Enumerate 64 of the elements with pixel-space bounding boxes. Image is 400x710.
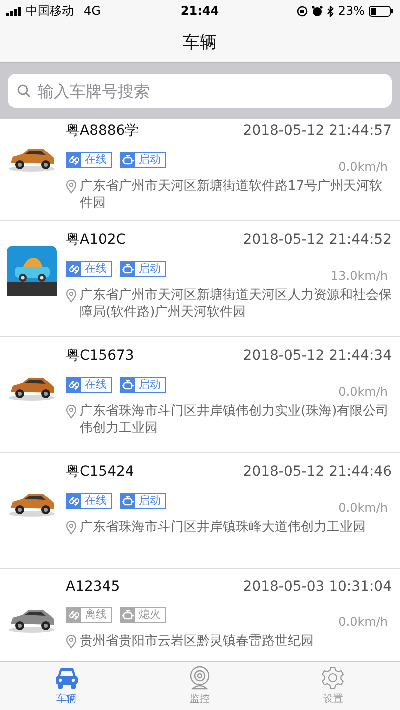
update-time: 2018-05-03 10:31:04 — [243, 579, 392, 595]
speed-reading: 0.0km/h — [338, 615, 388, 629]
address-text: 广东省珠海市斗门区井岸镇伟创力实业(珠海)有限公司伟创力工业园 — [80, 403, 390, 437]
update-time: 2018-05-12 21:44:57 — [243, 123, 392, 139]
battery-icon — [369, 6, 394, 16]
bluetooth-icon — [327, 6, 334, 16]
status-tag: 启动 — [120, 152, 166, 168]
status-tag: 在线 — [66, 152, 112, 168]
status-tag: 熄火 — [120, 607, 166, 623]
link-icon — [68, 610, 80, 620]
location-pin-icon — [66, 405, 77, 419]
speed-reading: 0.0km/h — [338, 501, 388, 515]
engine-icon — [122, 610, 134, 620]
speed-reading: 0.0km/h — [338, 385, 388, 399]
webcam-icon — [188, 666, 211, 690]
carrier-name: 中国移动 — [26, 2, 74, 20]
vehicle-item[interactable]: 粤C15424 2018-05-12 21:44:46 在线 启动 0.0km/h 广东省珠海市斗门区井岸镇珠峰大道伟创力工业园 — [0, 453, 400, 569]
link-icon — [68, 264, 80, 274]
signal-icon — [6, 6, 22, 16]
address-text: 广东省广州市天河区新塘街道天河区人力资源和社会保障局(软件路)广州天河软件园 — [80, 287, 392, 321]
clock: 21:44 — [180, 4, 220, 18]
location-pin-icon — [66, 289, 77, 303]
vehicle-item[interactable]: 粤C15673 2018-05-12 21:44:34 在线 启动 0.0km/h 广东省珠海市斗门区井岸镇伟创力实业(珠海)有限公司伟创力工业园 — [0, 337, 400, 453]
status-tag: 在线 — [66, 493, 112, 509]
update-time: 2018-05-12 21:44:46 — [243, 464, 392, 480]
plate-number: A12345 — [66, 579, 120, 595]
address-text: 广东省广州市天河区新塘街道软件路17号广州天河软件园 — [80, 178, 384, 212]
speed-reading: 0.0km/h — [338, 160, 388, 174]
status-tag: 启动 — [120, 261, 166, 277]
page-title: 车辆 — [183, 32, 217, 54]
engine-icon — [122, 380, 134, 390]
update-time: 2018-05-12 21:44:34 — [243, 348, 392, 364]
settings-icon — [321, 666, 346, 690]
status-tag: 启动 — [120, 377, 166, 393]
update-time: 2018-05-12 21:44:52 — [243, 232, 392, 248]
engine-icon — [122, 496, 134, 506]
plate-number: 粤A8886学 — [66, 122, 140, 140]
location-pin-icon — [66, 521, 77, 535]
status-tag: 在线 — [66, 377, 112, 393]
network-type: 4G — [84, 4, 101, 18]
link-icon — [68, 154, 80, 166]
address-text: 广东省珠海市斗门区井岸镇珠峰大道伟创力工业园 — [80, 519, 366, 536]
battery-percent: 23% — [338, 4, 365, 18]
speed-reading: 13.0km/h — [330, 269, 388, 283]
link-icon — [68, 380, 80, 390]
engine-icon — [122, 155, 134, 165]
alarm-icon — [312, 6, 324, 16]
plate-number: 粤C15424 — [66, 463, 134, 481]
car-icon — [54, 666, 80, 690]
vehicle-item[interactable]: 粤A102C 2018-05-12 21:44:52 在线 启动 13.0km/h 广东省广州市天河区新塘街道天河区人力资源和社会保障局(软件路)广州天河软件园 — [0, 221, 400, 337]
location-pin-icon — [66, 635, 77, 649]
address-text: 贵州省贵阳市云岩区黔灵镇春雷路世纪园 — [80, 633, 314, 650]
vehicle-item[interactable]: 粤A8886学 2018-05-12 21:44:57 在线 启动 0.0km/h 广东省广州市天河区新塘街道软件路17号广州天河软件园 — [0, 119, 400, 221]
location-pin-icon — [66, 180, 77, 194]
tab-item[interactable]: 车辆 — [0, 662, 134, 710]
plate-number: 粤C15673 — [66, 347, 134, 365]
status-tag: 离线 — [66, 607, 112, 623]
engine-icon — [122, 264, 134, 274]
rotation-lock-icon — [297, 6, 308, 16]
plate-number: 粤A102C — [66, 231, 126, 249]
status-tag: 在线 — [66, 261, 112, 277]
search-field[interactable]: 输入车牌号搜索 — [8, 74, 392, 108]
status-tag: 启动 — [120, 493, 166, 509]
link-icon — [68, 496, 80, 506]
